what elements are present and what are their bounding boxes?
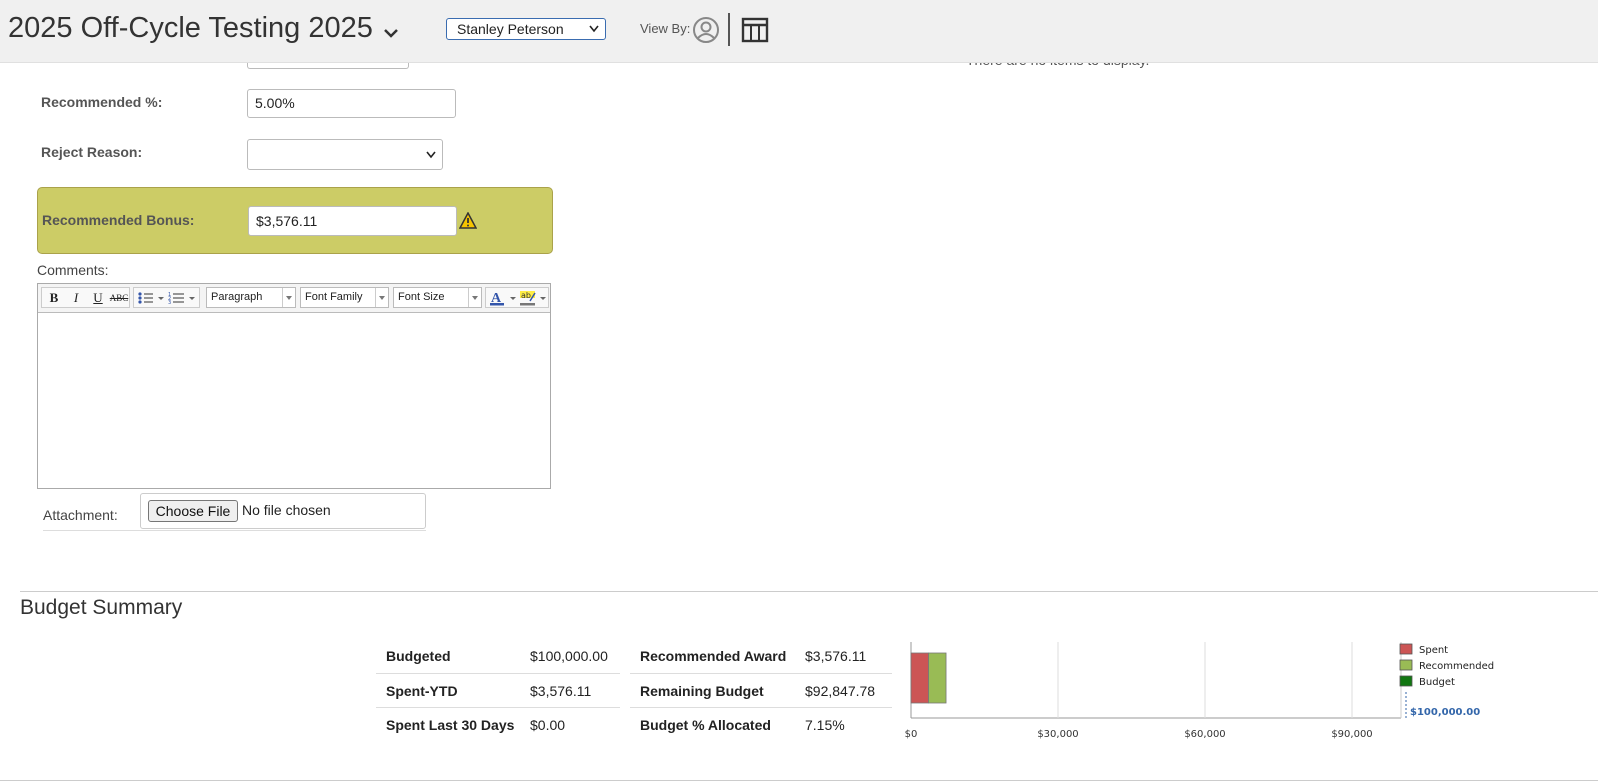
- recommended-award-label: Recommended Award: [640, 648, 787, 664]
- spent-ytd-value: $3,576.11: [530, 683, 592, 699]
- numbered-list-icon[interactable]: 1 2 3: [168, 291, 196, 305]
- legend-label-recommended: Recommended: [1419, 661, 1494, 672]
- spent-last-30-value: $0.00: [530, 717, 566, 733]
- legend-label-budget: Budget: [1419, 677, 1455, 688]
- x-tick-label: $0: [905, 729, 918, 740]
- chevron-down-icon[interactable]: [382, 24, 400, 42]
- svg-text:ab: ab: [521, 291, 531, 300]
- row-divider: [376, 673, 620, 674]
- dropdown-arrow-icon: [468, 288, 481, 307]
- view-by-label: View By:: [640, 21, 691, 36]
- color-button-group: A ab: [485, 287, 549, 308]
- row-divider: [376, 707, 620, 708]
- x-tick-label: $90,000: [1331, 729, 1372, 740]
- comments-editor[interactable]: B I U ABC 1 2 3 Paragraph Font Family Fo…: [37, 283, 551, 489]
- employee-select[interactable]: Stanley Peterson: [446, 18, 606, 40]
- budgeted-value: $100,000.00: [530, 648, 608, 664]
- recommended-bonus-label: Recommended Bonus:: [42, 212, 195, 228]
- list-button-group: 1 2 3: [133, 287, 200, 308]
- bar-spent: [910, 652, 929, 704]
- recommended-bonus-value: $3,576.11: [256, 213, 318, 229]
- underline-button[interactable]: U: [89, 290, 107, 306]
- budget-pct-allocated-value: 7.15%: [805, 717, 845, 733]
- legend-swatch-spent: [1399, 643, 1413, 655]
- no-file-text: No file chosen: [242, 502, 331, 518]
- text-color-icon[interactable]: A: [488, 290, 518, 306]
- divider: [728, 13, 730, 46]
- attachment-label: Attachment:: [43, 507, 118, 523]
- bold-button[interactable]: B: [45, 290, 63, 306]
- font-family-select-value: Font Family: [305, 291, 363, 303]
- paragraph-select[interactable]: Paragraph: [206, 287, 296, 308]
- reject-reason-label: Reject Reason:: [41, 144, 143, 160]
- font-family-select[interactable]: Font Family: [300, 287, 389, 308]
- recommended-pct-label: Recommended %:: [41, 94, 163, 110]
- spent-last-30-label: Spent Last 30 Days: [386, 717, 515, 733]
- bar-recommended: [928, 652, 947, 704]
- row-divider: [630, 673, 892, 674]
- chart-ticks: $0 $30,000 $60,000 $90,000: [905, 729, 1373, 740]
- strikethrough-button[interactable]: ABC: [109, 290, 129, 306]
- table-icon[interactable]: [741, 16, 769, 44]
- budget-marker-label: $100,000.00: [1410, 707, 1480, 718]
- file-input: Choose File No file chosen: [140, 493, 426, 529]
- x-tick-label: $60,000: [1184, 729, 1225, 740]
- recommended-bonus-input[interactable]: $3,576.11: [248, 206, 457, 236]
- chart-legend: Spent Recommended Budget $100,000.00: [1399, 643, 1494, 718]
- paragraph-select-value: Paragraph: [211, 291, 263, 303]
- budget-chart: $0 $30,000 $60,000 $90,000 Spent Recommended…: [905, 642, 1494, 740]
- recommended-award-value: $3,576.11: [805, 648, 867, 664]
- font-size-select[interactable]: Font Size: [393, 287, 482, 308]
- spent-ytd-label: Spent-YTD: [386, 683, 458, 699]
- dropdown-arrow-icon: [282, 288, 295, 307]
- chart-grid: [910, 642, 1402, 719]
- chart-bars: [910, 652, 947, 704]
- legend-label-spent: Spent: [1419, 645, 1448, 656]
- section-divider: [20, 591, 1598, 592]
- choose-file-button[interactable]: Choose File: [148, 500, 238, 522]
- italic-button[interactable]: I: [67, 290, 85, 306]
- svg-text:3: 3: [168, 300, 171, 305]
- bullet-list-icon[interactable]: [137, 291, 165, 305]
- budget-summary-title: Budget Summary: [20, 596, 183, 619]
- chevron-down-icon: [426, 151, 436, 159]
- chevron-down-icon: [589, 25, 599, 33]
- remaining-budget-value: $92,847.78: [805, 683, 876, 699]
- recommended-pct-input[interactable]: 5.00%: [247, 89, 456, 118]
- highlight-color-icon[interactable]: ab: [518, 290, 548, 306]
- font-size-select-value: Font Size: [398, 291, 445, 303]
- budgeted-label: Budgeted: [386, 648, 451, 664]
- dropdown-arrow-icon: [375, 288, 388, 307]
- employee-select-value: Stanley Peterson: [457, 21, 564, 37]
- legend-swatch-budget: [1399, 675, 1413, 687]
- legend-swatch-recommended: [1399, 659, 1413, 671]
- top-bar: 2025 Off-Cycle Testing 2025 Stanley Pete…: [0, 0, 1598, 63]
- page-title: 2025 Off-Cycle Testing 2025: [8, 12, 373, 44]
- divider: [43, 530, 426, 531]
- remaining-budget-label: Remaining Budget: [640, 683, 764, 699]
- recommended-pct-value: 5.00%: [255, 95, 295, 111]
- warning-icon[interactable]: [459, 212, 477, 229]
- comments-label: Comments:: [37, 262, 109, 278]
- x-tick-label: $30,000: [1037, 729, 1078, 740]
- person-icon[interactable]: [692, 16, 720, 44]
- budget-pct-allocated-label: Budget % Allocated: [640, 717, 771, 733]
- format-button-group: B I U ABC: [41, 287, 130, 308]
- bottom-divider: [0, 780, 1598, 781]
- editor-toolbar: B I U ABC 1 2 3 Paragraph Font Family Fo…: [38, 284, 550, 313]
- reject-reason-select[interactable]: [247, 139, 443, 170]
- row-divider: [630, 707, 892, 708]
